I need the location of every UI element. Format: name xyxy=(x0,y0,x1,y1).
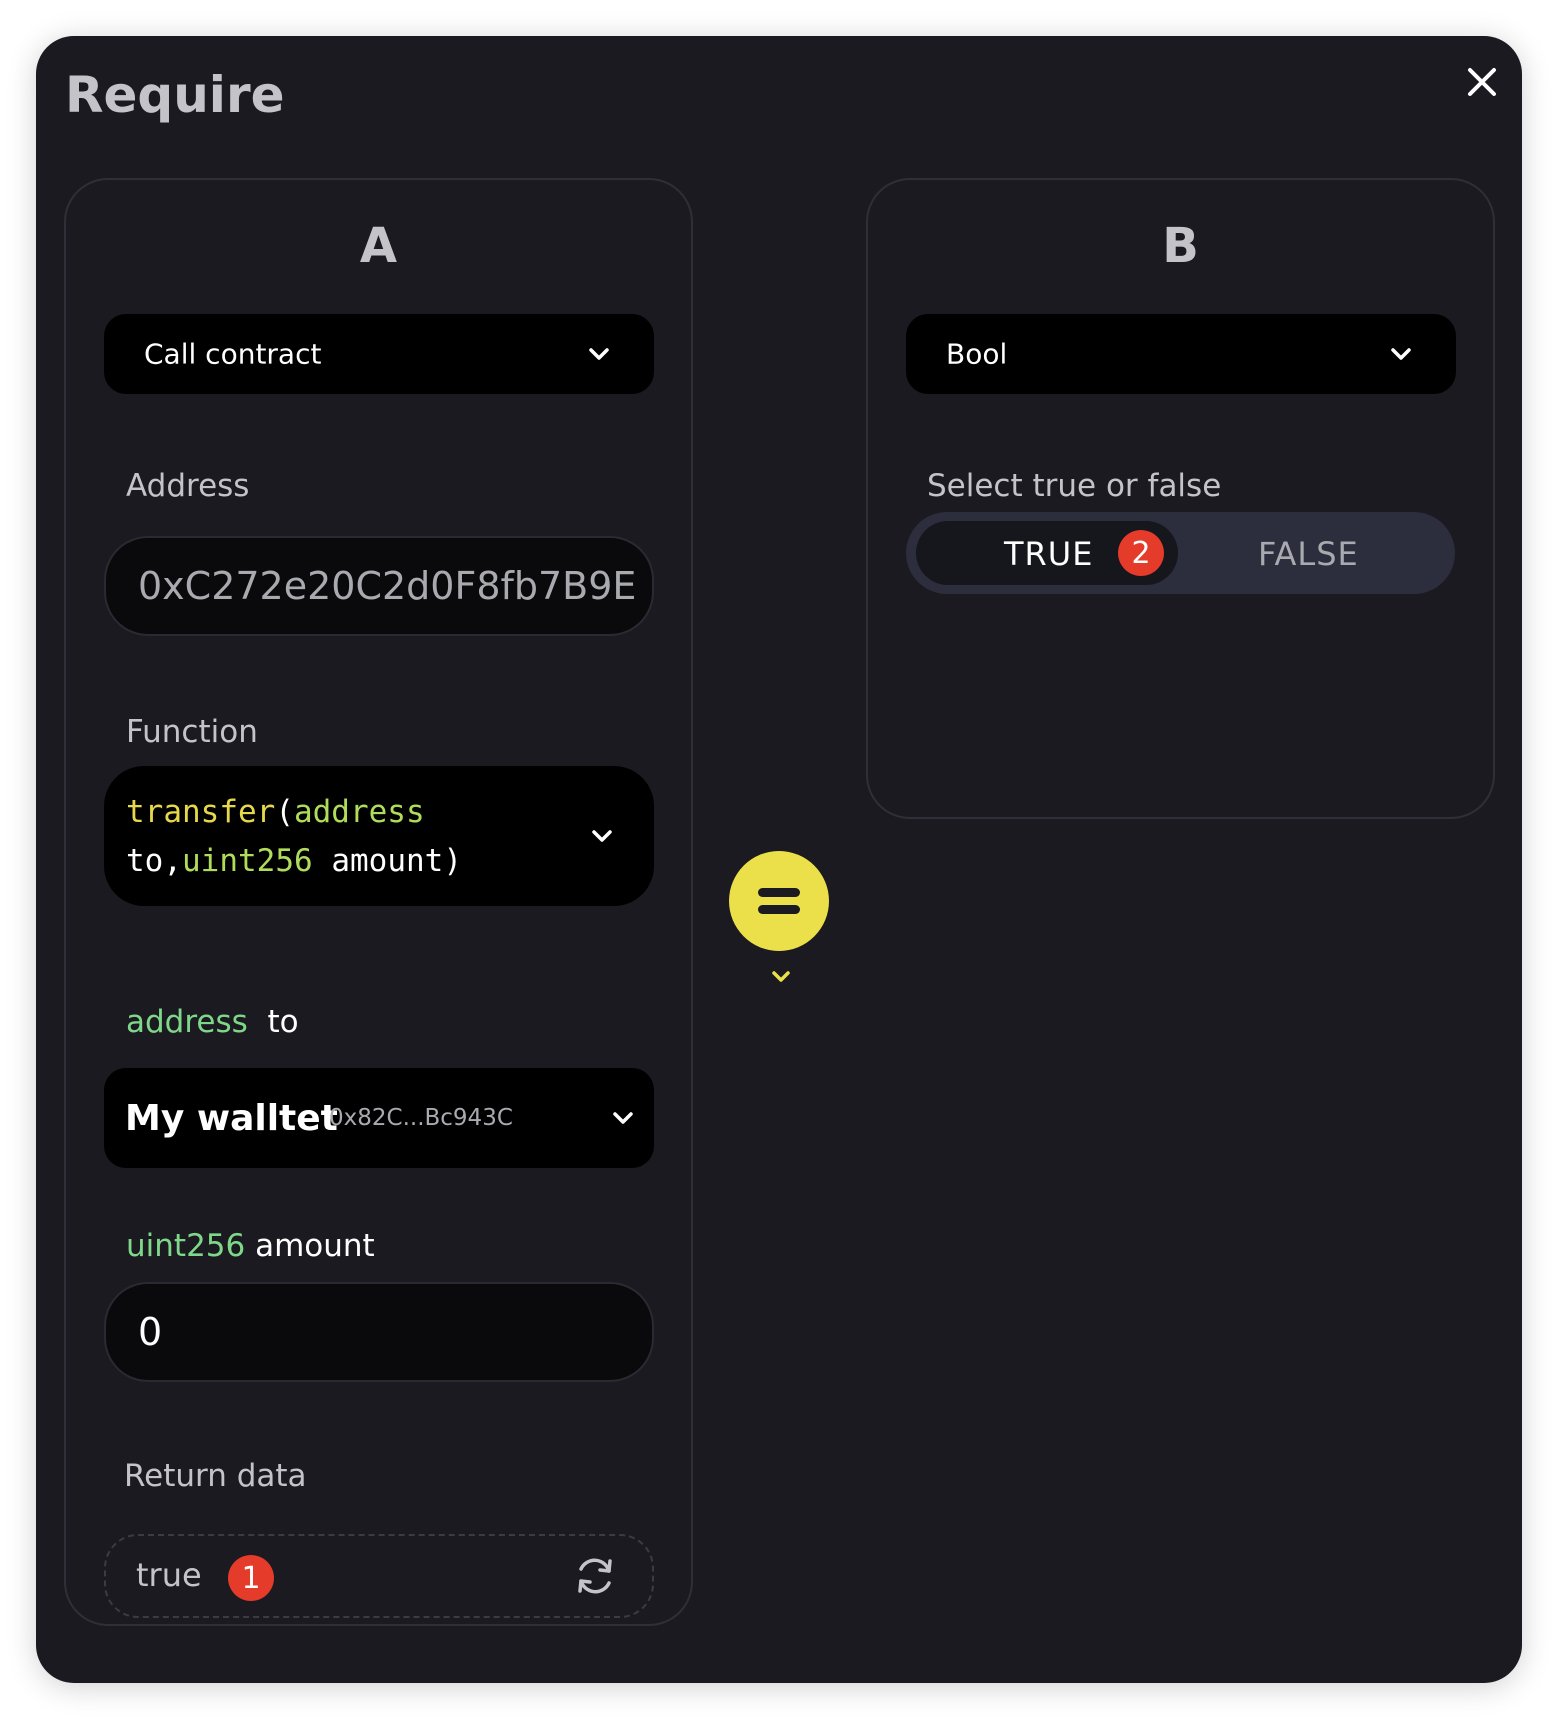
return-data-box: true 1 xyxy=(104,1534,654,1618)
param-to-name: to xyxy=(267,1004,299,1040)
close-button[interactable] xyxy=(1454,54,1510,110)
wallet-select[interactable]: My walltet 0x82C...Bc943C xyxy=(104,1068,654,1168)
fn-arg2: amount xyxy=(331,843,444,879)
param-to-label: address to xyxy=(126,1004,299,1040)
amount-input[interactable]: 0 xyxy=(104,1282,654,1382)
panel-a-letter: A xyxy=(359,218,398,274)
chevron-down-icon xyxy=(613,1112,633,1124)
address-label: Address xyxy=(126,468,250,504)
fn-name: transfer xyxy=(126,794,276,830)
fn-arg1: to xyxy=(126,843,164,879)
toggle-true-option[interactable]: TRUE 2 xyxy=(916,521,1178,585)
equals-operator-button[interactable] xyxy=(729,851,829,951)
toggle-label: Select true or false xyxy=(927,468,1222,504)
fn-paren: ( xyxy=(275,794,294,830)
true-badge: 2 xyxy=(1118,530,1164,576)
param-to-type: address xyxy=(126,1004,248,1040)
function-select[interactable]: transfer(address to,uint256 amount) xyxy=(104,766,654,906)
modal-title: Require xyxy=(65,66,285,124)
return-badge: 1 xyxy=(228,1555,274,1601)
type-select-b[interactable]: Bool xyxy=(906,314,1456,394)
toggle-false-label: FALSE xyxy=(1258,535,1359,573)
toggle-false-option[interactable]: FALSE xyxy=(1186,521,1448,585)
return-value: true xyxy=(136,1556,202,1594)
function-signature: transfer(address to,uint256 amount) xyxy=(126,788,526,886)
type-select-b-label: Bool xyxy=(946,337,1008,371)
fn-type2: uint256 xyxy=(182,843,313,879)
param-amount-type: uint256 xyxy=(126,1228,246,1264)
function-label: Function xyxy=(126,714,258,750)
param-amount-label: uint256 amount xyxy=(126,1228,375,1264)
refresh-icon[interactable] xyxy=(572,1553,618,1599)
address-input[interactable]: 0xC272e20C2d0F8fb7B9E xyxy=(104,536,654,636)
amount-value: 0 xyxy=(138,1310,163,1354)
fn-comma: , xyxy=(163,843,182,879)
wallet-name: My walltet xyxy=(125,1098,338,1139)
chevron-down-icon xyxy=(592,830,612,842)
return-data-label: Return data xyxy=(124,1458,307,1494)
panel-b-letter: B xyxy=(1162,218,1199,274)
type-select-a[interactable]: Call contract xyxy=(104,314,654,394)
fn-type1: address xyxy=(293,794,425,830)
param-amount-name: amount xyxy=(255,1228,375,1264)
operator-chevron-down-icon[interactable] xyxy=(771,970,791,984)
type-select-a-label: Call contract xyxy=(144,337,322,371)
fn-paren-close: ) xyxy=(443,843,462,879)
toggle-true-label: TRUE xyxy=(1004,535,1094,573)
chevron-down-icon xyxy=(589,348,609,360)
require-modal: Require A Call contract Address 0xC272e2… xyxy=(36,36,1522,1683)
chevron-down-icon xyxy=(1391,348,1411,360)
wallet-address: 0x82C...Bc943C xyxy=(329,1105,513,1131)
close-icon xyxy=(1468,68,1496,96)
true-false-toggle: TRUE 2 FALSE xyxy=(906,512,1455,594)
address-value: 0xC272e20C2d0F8fb7B9E xyxy=(138,564,637,608)
